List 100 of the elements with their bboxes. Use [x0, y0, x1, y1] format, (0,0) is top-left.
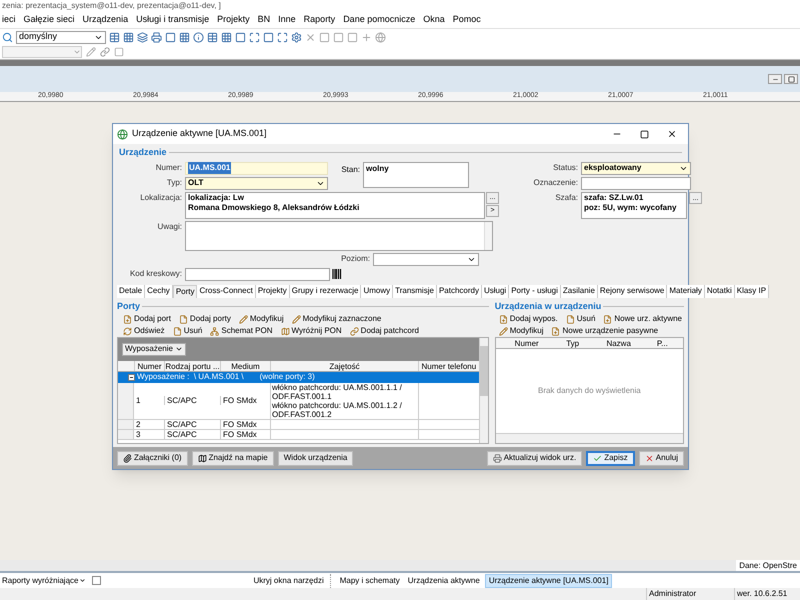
- menu-item[interactable]: Inne: [278, 13, 296, 27]
- search-icon[interactable]: [2, 32, 13, 42]
- designation-field[interactable]: [581, 176, 691, 190]
- toolbar-icon[interactable]: [375, 32, 386, 42]
- toolbar-icon[interactable]: [277, 32, 288, 42]
- tab[interactable]: Porty - usługi: [509, 284, 561, 298]
- toolbar-button[interactable]: Modyfikuj zaznaczone: [290, 313, 384, 325]
- column-header[interactable]: Rodzaj portu ...: [164, 360, 220, 371]
- footer-button[interactable]: Aktualizuj widok urz.: [486, 450, 582, 466]
- column-header[interactable]: Medium: [220, 360, 270, 371]
- maximize-icon[interactable]: [640, 130, 649, 138]
- footer-button[interactable]: Zapisz: [586, 450, 635, 466]
- link-icon[interactable]: [100, 47, 110, 57]
- close-icon[interactable]: [667, 129, 677, 139]
- tab[interactable]: Cross-Connect: [197, 284, 256, 298]
- tab[interactable]: Usługi: [482, 284, 510, 298]
- menu-item[interactable]: Raporty: [304, 13, 336, 27]
- location-field[interactable]: lokalizacja: Lw Romana Dmowskiego 8, Aleksandrów Łódzki: [185, 192, 485, 218]
- toolbar-icon[interactable]: [291, 32, 302, 42]
- column-header[interactable]: Typ: [550, 338, 596, 350]
- notes-field[interactable]: [185, 220, 493, 250]
- toolbar-button[interactable]: Schemat PON: [208, 325, 275, 337]
- menu-item[interactable]: Urządzenia: [82, 13, 128, 27]
- tab[interactable]: Transmisje: [393, 284, 437, 298]
- tab[interactable]: Detale: [117, 284, 146, 298]
- toolbar-button[interactable]: Dodaj port: [121, 313, 173, 325]
- taskbar-tab[interactable]: Urządzenia aktywne: [404, 574, 483, 588]
- toolbar-button[interactable]: Dodaj patchcord: [348, 325, 421, 337]
- column-header[interactable]: Numer: [134, 360, 164, 371]
- type-dropdown[interactable]: OLT: [185, 176, 328, 190]
- menu-item[interactable]: Dane pomocnicze: [343, 13, 416, 27]
- taskbar-tab[interactable]: Urządzenie aktywne [UA.MS.001]: [484, 574, 612, 588]
- toolbar-icon[interactable]: [319, 32, 330, 42]
- tab[interactable]: Rejony serwisowe: [598, 284, 668, 298]
- tab[interactable]: Grupy i rezerwacje: [290, 284, 362, 298]
- tab[interactable]: Zasilanie: [560, 284, 598, 298]
- toolbar-icon[interactable]: [207, 32, 218, 42]
- tab[interactable]: Cechy: [145, 284, 173, 298]
- collapse-icon[interactable]: [128, 374, 135, 381]
- toolbar-icon[interactable]: [235, 32, 246, 42]
- toolbar-button[interactable]: Dodaj wypos.: [496, 313, 560, 325]
- toolbar-icon[interactable]: [263, 32, 274, 42]
- menu-item[interactable]: Pomoc: [452, 13, 481, 27]
- toolbar-button[interactable]: Usuń: [170, 325, 204, 337]
- column-header[interactable]: Numer: [504, 338, 550, 350]
- column-header[interactable]: P...: [642, 338, 683, 350]
- toolbar-button[interactable]: Odśwież: [121, 325, 167, 337]
- barcode-icon[interactable]: [332, 269, 342, 279]
- number-field[interactable]: UA.MS.001: [185, 162, 328, 174]
- toolbar-button[interactable]: Wyróżnij PON: [278, 325, 344, 337]
- hide-tools-button[interactable]: Ukryj okna narzędzi: [253, 574, 324, 586]
- barcode-field[interactable]: [185, 268, 330, 280]
- taskbar-tab[interactable]: Mapy i schematy: [336, 574, 403, 588]
- tab[interactable]: Projekty: [256, 284, 290, 298]
- toolbar-button[interactable]: Nowe urz. aktywne: [601, 313, 684, 325]
- toolbar-icon[interactable]: [249, 32, 260, 42]
- square-icon[interactable]: [114, 47, 124, 57]
- reports-dropdown[interactable]: Raporty wyróżniające: [2, 574, 86, 586]
- toolbar-icon[interactable]: [305, 32, 316, 42]
- cabinet-field[interactable]: szafa: SZ.Lw.01 poz: 5U, wym: wycofany: [581, 192, 687, 218]
- toolbar-button[interactable]: Modyfikuj: [236, 313, 286, 325]
- scrollbar[interactable]: [484, 222, 492, 250]
- toolbar-icon[interactable]: [109, 32, 120, 42]
- toolbar-icon[interactable]: [221, 32, 232, 42]
- state-field[interactable]: wolny: [363, 162, 469, 188]
- column-header[interactable]: Nazwa: [596, 338, 642, 350]
- restore-button[interactable]: [784, 74, 798, 84]
- tab[interactable]: Porty: [172, 284, 198, 298]
- profile-dropdown[interactable]: domyślny: [16, 30, 106, 44]
- menu-item[interactable]: Usługi i transmisje: [136, 13, 210, 27]
- pencil-icon[interactable]: [86, 47, 96, 57]
- toolbar-button[interactable]: Modyfikuj: [496, 325, 546, 337]
- toolbar-button[interactable]: Usuń: [564, 313, 598, 325]
- minimize-button[interactable]: [768, 74, 782, 84]
- footer-button[interactable]: Załączniki (0): [117, 450, 188, 466]
- toolbar-icon[interactable]: [361, 32, 372, 42]
- status-dropdown[interactable]: eksploatowany: [581, 162, 691, 174]
- toolbar-icon[interactable]: [123, 32, 134, 42]
- footer-button[interactable]: Znajdź na mapie: [192, 450, 274, 466]
- toolbar-icon[interactable]: [193, 32, 204, 42]
- toolbar-icon[interactable]: [347, 32, 358, 42]
- menu-item[interactable]: ieci: [2, 13, 16, 27]
- tab[interactable]: Materiały: [667, 284, 705, 298]
- menu-item[interactable]: BN: [258, 13, 270, 27]
- menu-item[interactable]: Gałęzie sieci: [24, 13, 75, 27]
- group-by-chip[interactable]: Wyposażenie: [122, 342, 186, 356]
- toolbar-button[interactable]: Dodaj porty: [176, 313, 233, 325]
- footer-button[interactable]: Widok urządzenia: [278, 450, 354, 466]
- footer-button[interactable]: Anuluj: [638, 450, 684, 466]
- menu-item[interactable]: Projekty: [217, 13, 250, 27]
- toolbar-icon[interactable]: [165, 32, 176, 42]
- level-dropdown[interactable]: [373, 252, 479, 266]
- column-header[interactable]: Zajętość: [270, 360, 418, 371]
- toolbar-button[interactable]: Nowe urządzenie pasywne: [549, 325, 660, 337]
- tab[interactable]: Patchcordy: [436, 284, 482, 298]
- group-row[interactable]: Wyposażenie : \ UA.MS.001 \ (wolne porty: 3): [118, 372, 479, 383]
- toolbar-icon[interactable]: [151, 32, 162, 42]
- toolbar-icon[interactable]: [137, 32, 148, 42]
- tab[interactable]: Umowy: [361, 284, 394, 298]
- checkbox[interactable]: [92, 576, 102, 585]
